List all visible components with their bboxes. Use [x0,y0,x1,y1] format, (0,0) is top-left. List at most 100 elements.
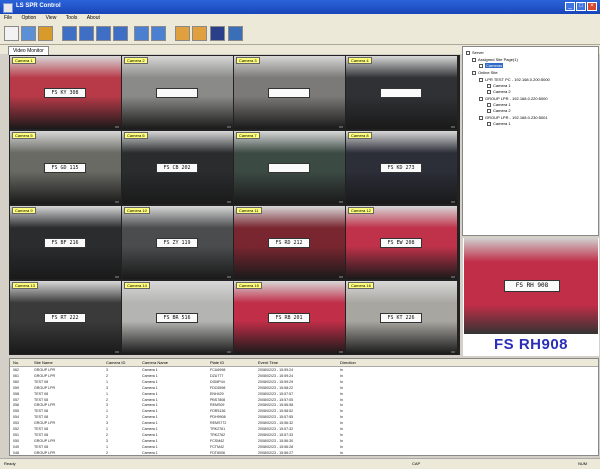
menu-tools[interactable]: Tools [62,14,82,22]
recognized-plate-text: FS RH908 [493,336,569,353]
maximize-button[interactable]: □ [576,2,586,11]
camera-status-badge [115,201,119,203]
camera-cell[interactable]: Camera 7 [234,131,345,204]
camera-cell[interactable]: Camera 8 FS KD 273 [346,131,457,204]
column-header[interactable]: Camera Name [142,360,168,365]
camera-label: Camera 7 [236,132,260,139]
license-plate: FS BR 516 [156,313,198,323]
search-icon[interactable] [134,26,149,41]
camera-cell[interactable]: Camera 10 FS ZY 119 [122,206,233,279]
layout-1-icon[interactable] [62,26,77,41]
camera-status-badge [115,126,119,128]
license-plate: FS RT 222 [44,313,86,323]
tree-site-2[interactable]: GROUP LPR - 192.168.0.220:5000 [479,96,548,101]
new-icon[interactable] [4,26,19,41]
toolbar [0,23,600,45]
menu-view[interactable]: View [42,14,61,22]
license-plate: FS KD 273 [380,163,422,173]
layout-4-icon[interactable] [79,26,94,41]
title-bar: LS SPR Control _ □ × [0,0,600,14]
table-row[interactable]: 048 GROUP LPR 2 Camera 1 FDT8006 2008/02/23 -… [10,450,598,455]
camera-icon [487,102,491,107]
column-header[interactable]: Event Time [258,360,278,365]
plate-preview: FS RH 908 FS RH908 [463,238,599,356]
camera-label: Camera 9 [12,207,36,214]
tree-online-site[interactable]: Online Site [472,70,498,75]
layout-9-icon[interactable] [96,26,111,41]
tree-site-1-cam-1[interactable]: Camera 1 [487,83,511,88]
tree-cameras[interactable]: Cameras [479,63,504,68]
print-icon[interactable] [192,26,207,41]
zoom-icon[interactable] [151,26,166,41]
license-plate: FS ZY 119 [156,238,198,248]
camera-cell[interactable]: Camera 4 [346,56,457,129]
tree-site-2-cam-2[interactable]: Camera 2 [487,108,511,113]
camera-label: Camera 14 [124,282,150,289]
tree-site-2-cam-1[interactable]: Camera 1 [487,102,511,107]
tab-video-monitor[interactable]: Video Monitor [8,46,49,55]
column-header[interactable]: Site Name [34,360,53,365]
tree-site-1-cam-2[interactable]: Camera 2 [487,89,511,94]
license-plate [268,163,310,173]
camera-cell[interactable]: Camera 12 FS EW 208 [346,206,457,279]
tree-site-1[interactable]: LPR TEST PC - 192.168.0.200:5000 [479,77,550,82]
user-icon[interactable] [228,26,243,41]
license-plate: FS CB 202 [156,163,198,173]
layout-16-icon[interactable] [113,26,128,41]
camera-label: Camera 5 [12,132,36,139]
status-bar: Ready CAP NUM [0,458,600,469]
status-num: NUM [578,461,588,466]
camera-cell[interactable]: Camera 13 FS RT 222 [10,281,121,354]
column-header[interactable]: Camera ID [106,360,125,365]
table-cell: 048 [13,450,19,455]
camera-label: Camera 12 [348,207,374,214]
monitor-icon[interactable] [210,26,225,41]
camera-label: Camera 2 [124,57,148,64]
preview-plate-image: FS RH 908 [504,280,560,292]
camera-label: Camera 10 [124,207,150,214]
status-cap: CAP [412,461,421,466]
camera-status-badge [227,351,231,353]
folder-icon [472,70,476,75]
camera-cell[interactable]: Camera 16 FS KT 226 [346,281,457,354]
camera-cell[interactable]: Camera 14 FS BR 516 [122,281,233,354]
tree-assigned-site[interactable]: Assigned Site Page(1) [472,57,518,62]
menu-file[interactable]: File [0,14,16,22]
folder-icon [472,57,476,62]
menu-about[interactable]: About [83,14,104,22]
menu-option[interactable]: Option [17,14,40,22]
camera-cell[interactable]: Camera 9 FS BF 216 [10,206,121,279]
window-title: LS SPR Control [16,3,61,9]
event-table: No. Site Name Camera ID Camera Name Plate ID… [9,358,599,456]
column-header[interactable]: Plate ID [210,360,224,365]
column-header[interactable]: No. [13,360,19,365]
license-plate [268,88,310,98]
close-button[interactable]: × [587,2,597,11]
camera-icon [487,108,491,113]
camera-label: Camera 1 [12,57,36,64]
open-icon[interactable] [21,26,36,41]
save-icon[interactable] [38,26,53,41]
minimize-button[interactable]: _ [565,2,575,11]
camera-cell[interactable]: Camera 1 FS KY 308 [10,56,121,129]
camera-cell[interactable]: Camera 2 [122,56,233,129]
table-cell: 2 [106,450,108,455]
site-icon [479,115,483,120]
camera-cell[interactable]: Camera 11 FS RD 212 [234,206,345,279]
report-icon[interactable] [175,26,190,41]
camera-cell[interactable]: Camera 3 [234,56,345,129]
camera-status-badge [451,276,455,278]
camera-status-badge [227,126,231,128]
camera-cell[interactable]: Camera 15 FS RB 201 [234,281,345,354]
camera-cell[interactable]: Camera 6 FS CB 202 [122,131,233,204]
preview-car-image: FS RH 908 [464,238,598,334]
license-plate: FS EW 208 [380,238,422,248]
tree-site-3-cam-1[interactable]: Camera 1 [487,121,511,126]
license-plate [380,88,422,98]
camera-icon [487,83,491,88]
camera-cell[interactable]: Camera 5 FS GD 115 [10,131,121,204]
tree-site-3[interactable]: GROUP LPR - 192.168.0.230:5001 [479,115,548,120]
column-header[interactable]: Direction [340,360,356,365]
tree-root[interactable]: Server [466,50,484,55]
camera-status-badge [115,351,119,353]
